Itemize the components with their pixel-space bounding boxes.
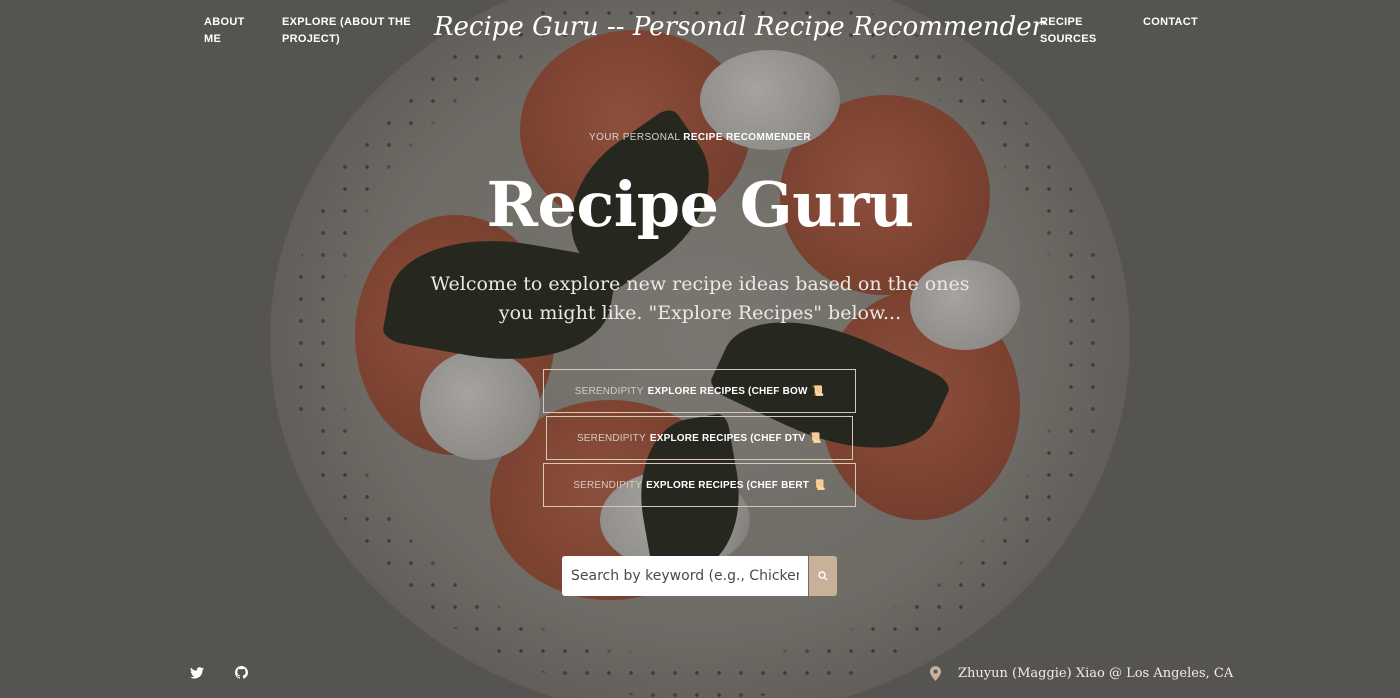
kicker-bold: RECIPE RECOMMENDER (683, 132, 811, 143)
search-input[interactable] (562, 556, 808, 596)
nav-sources-line2: SOURCES (1040, 33, 1097, 45)
page: ABOUT ME EXPLORE (ABOUT THE PROJECT) Rec… (0, 0, 1400, 698)
button-kicker: SERENDIPITY (573, 479, 643, 491)
search-icon (818, 571, 828, 581)
explore-recipes-chef-dtv-button[interactable]: SERENDIPITY EXPLORE RECIPES (CHEF DTV 📜 (546, 416, 853, 460)
nav-contact[interactable]: CONTACT (1143, 14, 1198, 31)
hero-kicker: YOUR PERSONAL RECIPE RECOMMENDER (0, 132, 1400, 143)
nav-recipe-sources[interactable]: RECIPE SOURCES (1040, 14, 1097, 48)
explore-recipes-chef-bert-button[interactable]: SERENDIPITY EXPLORE RECIPES (CHEF BERT 📜 (543, 463, 856, 507)
hero-subtitle-line2: you might like. "Explore Recipes" below.… (498, 302, 902, 324)
location-link (930, 666, 942, 682)
kicker-light: YOUR PERSONAL (589, 132, 680, 143)
scroll-icon: 📜 (811, 385, 825, 397)
footer-author-location: Zhuyun (Maggie) Xiao @ Los Angeles, CA (958, 666, 1234, 681)
search-button[interactable] (809, 556, 837, 596)
button-kicker: SERENDIPITY (576, 432, 646, 444)
button-label: EXPLORE RECIPES (CHEF BOW (647, 385, 808, 397)
map-pin-icon (930, 666, 941, 681)
github-icon (235, 666, 248, 679)
hero-subtitle: Welcome to explore new recipe ideas base… (400, 270, 1000, 328)
twitter-icon (190, 667, 204, 679)
scroll-icon: 📜 (813, 479, 826, 491)
nav-sources-line1: RECIPE (1040, 16, 1083, 28)
hero-subtitle-line1: Welcome to explore new recipe ideas base… (430, 273, 970, 295)
twitter-link[interactable] (190, 666, 206, 682)
button-label: EXPLORE RECIPES (CHEF BERT (646, 479, 810, 491)
scroll-icon: 📜 (809, 432, 823, 444)
button-kicker: SERENDIPITY (574, 385, 644, 397)
button-label: EXPLORE RECIPES (CHEF DTV (649, 432, 806, 444)
explore-recipes-chef-bow-button[interactable]: SERENDIPITY EXPLORE RECIPES (CHEF BOW 📜 (543, 369, 856, 413)
hero-title: Recipe Guru (486, 168, 914, 241)
github-link[interactable] (235, 666, 251, 682)
